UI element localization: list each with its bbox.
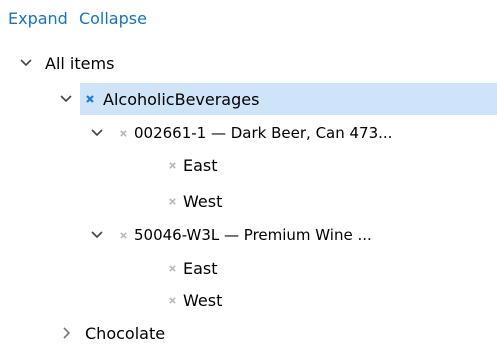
expand-link[interactable]: Expand: [8, 9, 68, 28]
chevron-down-icon[interactable]: [17, 54, 35, 72]
tree-node-label: East: [183, 258, 218, 278]
tree-node-label: 50046-W3L — Premium Wine ...: [134, 226, 372, 244]
tree-node-chocolate[interactable]: Chocolate: [57, 317, 165, 349]
tree-node-alcoholic-beverages[interactable]: AlcoholicBeverages: [57, 83, 259, 115]
tree-node-label: West: [183, 290, 223, 310]
tree-node-east[interactable]: East: [165, 252, 218, 284]
mark-icon: [165, 261, 179, 275]
tree-node-west[interactable]: West: [165, 185, 222, 217]
chevron-down-icon[interactable]: [88, 124, 106, 142]
collapse-link[interactable]: Collapse: [79, 9, 147, 28]
selected-mark-icon: [83, 92, 97, 106]
tree-node-label: 002661-1 — Dark Beer, Can 473...: [134, 124, 393, 142]
mark-icon: [116, 228, 130, 242]
mark-icon: [116, 126, 130, 140]
tree-node-west[interactable]: West: [165, 284, 222, 316]
chevron-down-icon[interactable]: [57, 90, 75, 108]
tree-node-label: West: [183, 191, 223, 211]
tree-panel: Expand Collapse All items AlcoholicBever…: [0, 0, 497, 349]
tree-node-label: Chocolate: [85, 323, 166, 343]
tree-node-label: All items: [45, 53, 115, 73]
tree-node-item-50046[interactable]: 50046-W3L — Premium Wine ...: [88, 219, 372, 251]
chevron-down-icon[interactable]: [88, 226, 106, 244]
tree-node-east[interactable]: East: [165, 149, 218, 181]
tree-node-label: East: [183, 155, 218, 175]
mark-icon: [165, 194, 179, 208]
tree-node-all-items[interactable]: All items: [17, 47, 114, 79]
mark-icon: [165, 158, 179, 172]
tree-node-item-002661[interactable]: 002661-1 — Dark Beer, Can 473...: [88, 117, 392, 149]
toolbar: Expand Collapse: [8, 7, 153, 31]
tree-node-label: AlcoholicBeverages: [103, 89, 260, 109]
mark-icon: [165, 293, 179, 307]
chevron-right-icon[interactable]: [57, 324, 75, 342]
